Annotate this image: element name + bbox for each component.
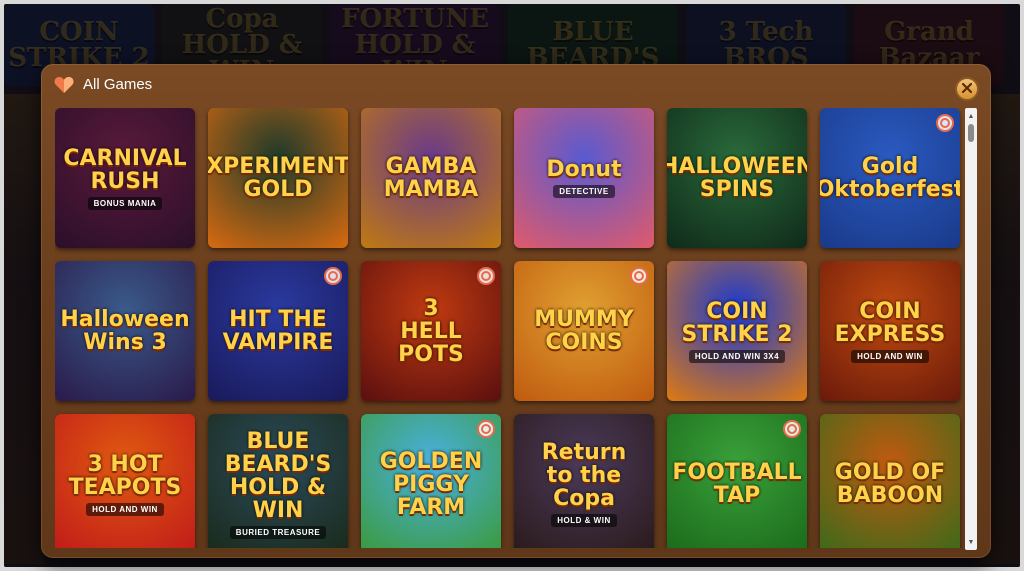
- game-title: COIN STRIKE 2: [681, 298, 793, 347]
- favorite-target-icon[interactable]: [477, 267, 495, 285]
- game-title-art: HALLOWEEN SPINS: [667, 108, 807, 248]
- game-tile[interactable]: CARNIVAL RUSH BONUS MANIA: [55, 108, 195, 248]
- game-title: MUMMY COINS: [534, 307, 634, 355]
- game-title-art: Donut DETECTIVE: [518, 108, 650, 248]
- game-tile[interactable]: COIN STRIKE 2 HOLD AND WIN 3X4: [667, 261, 807, 401]
- game-title-art: GOLDEN PIGGY FARM: [365, 414, 497, 548]
- game-title: Donut: [546, 157, 622, 182]
- game-tile[interactable]: BLUE BEARD'S HOLD & WIN BURIED TREASURE: [208, 414, 348, 548]
- games-grid-viewport[interactable]: CARNIVAL RUSH BONUS MANIA XPERIMENT GOLD GA…: [55, 108, 963, 548]
- game-title: HIT THE VAMPIRE: [222, 307, 334, 355]
- game-subtitle: HOLD & WIN: [551, 514, 617, 527]
- game-title-art: GOLD OF BABOON: [824, 414, 956, 548]
- scroll-up-arrow-icon[interactable]: ▲: [965, 110, 977, 122]
- game-subtitle: BONUS MANIA: [87, 196, 163, 210]
- favorite-target-icon[interactable]: [324, 267, 342, 285]
- game-subtitle: BURIED TREASURE: [229, 525, 327, 539]
- game-title-art: FOOTBALL TAP: [671, 414, 803, 548]
- game-subtitle: DETECTIVE: [553, 185, 615, 198]
- modal-title: All Games: [83, 76, 153, 93]
- game-title: BLUE BEARD'S HOLD & WIN: [224, 428, 332, 523]
- game-title-art: Return to the Copa HOLD & WIN: [518, 414, 650, 548]
- vertical-scrollbar[interactable]: ▲ ▼: [965, 108, 977, 550]
- game-title: 3 HELL POTS: [398, 295, 464, 367]
- scroll-down-arrow-icon[interactable]: ▼: [965, 536, 977, 548]
- game-title: XPERIMENT GOLD: [208, 154, 348, 202]
- game-title: Halloween Wins 3: [60, 307, 190, 355]
- modal-header: All Games: [41, 64, 991, 106]
- favorite-target-icon[interactable]: [783, 420, 801, 438]
- game-title: FOOTBALL TAP: [672, 460, 802, 508]
- game-tile[interactable]: 3 HELL POTS: [361, 261, 501, 401]
- game-title: Return to the Copa: [541, 440, 627, 511]
- game-tile[interactable]: GOLD OF BABOON: [820, 414, 960, 548]
- game-title-art: 3 HOT TEAPOTS HOLD AND WIN: [59, 414, 191, 548]
- close-icon: [961, 80, 973, 98]
- game-tile[interactable]: Gold Oktoberfest: [820, 108, 960, 248]
- game-title: GAMBA MAMBA: [383, 154, 479, 202]
- game-title: GOLD OF BABOON: [834, 460, 946, 508]
- game-title-art: MUMMY COINS: [518, 261, 650, 401]
- game-title: 3 HOT TEAPOTS: [68, 451, 182, 500]
- scroll-thumb[interactable]: [968, 124, 974, 142]
- game-title: Gold Oktoberfest: [820, 154, 960, 202]
- game-tile[interactable]: GOLDEN PIGGY FARM: [361, 414, 501, 548]
- game-title-art: CARNIVAL RUSH BONUS MANIA: [59, 108, 191, 248]
- game-title-art: Halloween Wins 3: [59, 261, 191, 401]
- game-tile[interactable]: XPERIMENT GOLD: [208, 108, 348, 248]
- game-title: GOLDEN PIGGY FARM: [379, 448, 483, 520]
- game-title-art: HIT THE VAMPIRE: [212, 261, 344, 401]
- favorite-target-icon[interactable]: [936, 114, 954, 132]
- favorite-target-icon[interactable]: [477, 420, 495, 438]
- game-title-art: BLUE BEARD'S HOLD & WIN BURIED TREASURE: [212, 414, 344, 548]
- game-tile[interactable]: MUMMY COINS: [514, 261, 654, 401]
- game-subtitle: HOLD AND WIN: [86, 502, 164, 516]
- game-title-art: XPERIMENT GOLD: [208, 108, 348, 248]
- game-tile[interactable]: HIT THE VAMPIRE: [208, 261, 348, 401]
- game-tile[interactable]: COIN EXPRESS HOLD AND WIN: [820, 261, 960, 401]
- all-games-modal: All Games CARNIVAL RUSH BONUS MANIA XPERIM…: [41, 64, 991, 558]
- game-tile[interactable]: GAMBA MAMBA: [361, 108, 501, 248]
- game-title-art: Gold Oktoberfest: [820, 108, 960, 248]
- game-title: HALLOWEEN SPINS: [667, 154, 807, 202]
- game-tile[interactable]: HALLOWEEN SPINS: [667, 108, 807, 248]
- game-title-art: GAMBA MAMBA: [365, 108, 497, 248]
- game-subtitle: HOLD AND WIN 3X4: [688, 349, 786, 363]
- game-tile[interactable]: Donut DETECTIVE: [514, 108, 654, 248]
- game-title: COIN EXPRESS: [834, 298, 946, 347]
- close-button[interactable]: [955, 77, 979, 101]
- game-subtitle: HOLD AND WIN: [851, 349, 929, 363]
- heart-games-icon: [54, 75, 74, 95]
- game-tile[interactable]: Return to the Copa HOLD & WIN: [514, 414, 654, 548]
- game-title-art: 3 HELL POTS: [365, 261, 497, 401]
- game-title: CARNIVAL RUSH: [63, 145, 187, 194]
- games-grid: CARNIVAL RUSH BONUS MANIA XPERIMENT GOLD GA…: [55, 108, 963, 548]
- favorite-target-icon[interactable]: [630, 267, 648, 285]
- game-tile[interactable]: FOOTBALL TAP: [667, 414, 807, 548]
- game-tile[interactable]: Halloween Wins 3: [55, 261, 195, 401]
- game-tile[interactable]: 3 HOT TEAPOTS HOLD AND WIN: [55, 414, 195, 548]
- game-title-art: COIN STRIKE 2 HOLD AND WIN 3X4: [671, 261, 803, 401]
- game-title-art: COIN EXPRESS HOLD AND WIN: [824, 261, 956, 401]
